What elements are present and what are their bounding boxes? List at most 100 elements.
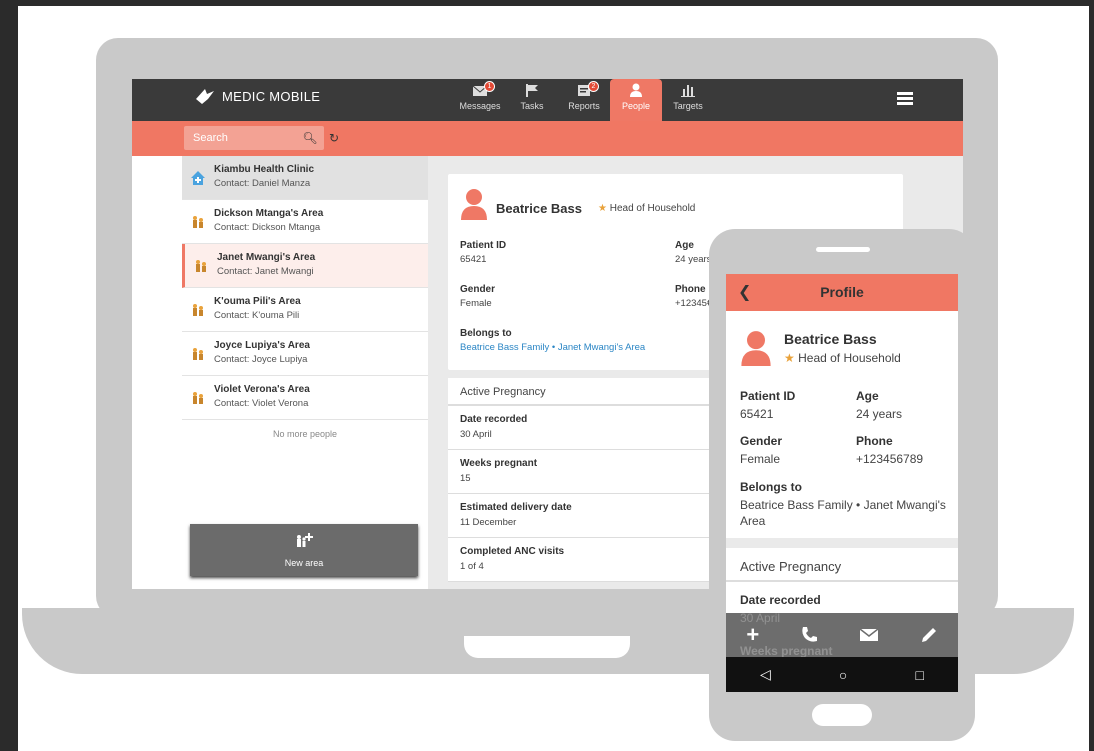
list-item-title: K'ouma Pili's Area — [214, 296, 301, 307]
hamburger-menu-icon[interactable] — [897, 92, 913, 106]
phone-value[interactable]: +123456789 — [856, 452, 923, 466]
edit-pencil-icon[interactable] — [920, 626, 938, 644]
date-recorded-label: Date recorded — [740, 593, 821, 607]
tab-label: People — [621, 101, 651, 111]
reset-icon[interactable]: ↻ — [322, 126, 346, 150]
patient-id-value: 65421 — [740, 407, 774, 421]
bar-chart-icon — [681, 85, 695, 97]
recents-square-icon[interactable]: □ — [915, 667, 923, 683]
logo-text: MEDIC MOBILE — [222, 88, 321, 104]
patient-id-label: Patient ID — [740, 389, 796, 403]
date-value-behind: 30 April — [740, 611, 781, 625]
patient-id-value: 65421 — [460, 254, 487, 265]
tab-tasks[interactable]: Tasks — [506, 79, 558, 121]
patient-name: Beatrice Bass — [496, 201, 582, 216]
belongs-to-label: Belongs to — [460, 328, 512, 339]
belongs-to-link-cont[interactable]: Area — [740, 514, 765, 528]
role-text: Head of Household — [609, 203, 696, 214]
list-item-title: Violet Verona's Area — [214, 384, 310, 395]
message-icon[interactable] — [859, 627, 879, 643]
pregnancy-title: Active Pregnancy — [740, 559, 842, 574]
belongs-to-link[interactable]: Beatrice Bass Family • Janet Mwangi's Ar… — [460, 342, 645, 353]
tab-targets[interactable]: Targets — [662, 79, 714, 121]
section-divider — [726, 538, 958, 548]
age-label: Age — [856, 389, 879, 403]
list-item[interactable]: Joyce Lupiya's Area Contact: Joyce Lupiy… — [182, 332, 428, 376]
tab-label: Messages — [459, 101, 501, 111]
list-item-contact: Contact: Violet Verona — [214, 398, 309, 409]
gender-value: Female — [460, 298, 492, 309]
list-item-contact: Contact: Janet Mwangi — [217, 266, 314, 277]
back-arrow-icon[interactable]: ❮ — [738, 274, 751, 311]
list-item[interactable]: Dickson Mtanga's Area Contact: Dickson M… — [182, 200, 428, 244]
phone-title: Profile — [820, 284, 864, 300]
list-item-contact: Contact: Daniel Manza — [214, 178, 311, 189]
family-icon — [196, 260, 206, 272]
tab-bar: 1 Messages Tasks 2 Reports People Target… — [454, 79, 714, 121]
weeks-label-behind: Weeks pregnant — [740, 644, 833, 658]
phone-speaker — [816, 247, 870, 252]
people-list: Kiambu Health Clinic Contact: Daniel Man… — [182, 156, 428, 589]
flag-icon — [526, 84, 538, 97]
tab-label: Tasks — [520, 101, 544, 111]
star-icon: ★ — [784, 351, 795, 365]
section-divider — [726, 580, 958, 582]
age-value: 24 years — [675, 254, 712, 265]
search-icon[interactable]: 🔍︎ — [298, 126, 322, 150]
phone-home-button — [812, 704, 872, 726]
family-icon — [193, 304, 203, 316]
avatar-icon — [461, 189, 487, 220]
reports-badge: 2 — [588, 81, 599, 92]
avatar-icon — [741, 331, 771, 366]
clinic-icon — [191, 171, 205, 185]
list-item-title: Dickson Mtanga's Area — [214, 208, 324, 219]
patient-id-label: Patient ID — [460, 240, 507, 251]
list-item-title: Joyce Lupiya's Area — [214, 340, 310, 351]
search-bar: Search 🔍︎ ↻ — [132, 121, 963, 156]
laptop-notch — [464, 636, 630, 658]
role-text: Head of Household — [798, 351, 901, 365]
age-label: Age — [675, 240, 694, 251]
gender-label: Gender — [460, 284, 496, 295]
list-item-title: Kiambu Health Clinic — [214, 164, 315, 175]
tab-messages[interactable]: 1 Messages — [454, 79, 506, 121]
add-family-icon — [297, 533, 313, 547]
phone-value[interactable]: +12345€ — [675, 298, 712, 309]
tab-label: Reports — [568, 101, 600, 111]
list-item-contact: Contact: Dickson Mtanga — [214, 222, 321, 233]
list-item-contact: Contact: K'ouma Pili — [214, 310, 300, 321]
android-nav-bar: ◁ ○ □ — [726, 657, 958, 692]
tab-reports[interactable]: 2 Reports — [558, 79, 610, 121]
head-of-household: ★ Head of Household — [598, 203, 695, 214]
list-item[interactable]: Kiambu Health Clinic Contact: Daniel Man… — [182, 156, 428, 200]
list-item[interactable]: K'ouma Pili's Area Contact: K'ouma Pili — [182, 288, 428, 332]
back-triangle-icon[interactable]: ◁ — [760, 666, 771, 683]
phone-screen: ❮ Profile Beatrice Bass ★ Head of Househ… — [726, 274, 958, 692]
age-value: 24 years — [856, 407, 903, 421]
phone-header: ❮ Profile — [726, 274, 958, 311]
top-navbar: MEDIC MOBILE 1 Messages Tasks 2 Reports … — [132, 79, 963, 121]
phone-label: Phone — [856, 434, 893, 448]
phone-label: Phone — [675, 284, 706, 295]
list-item[interactable]: Violet Verona's Area Contact: Violet Ver… — [182, 376, 428, 420]
home-circle-icon[interactable]: ○ — [839, 667, 847, 683]
star-icon: ★ — [598, 203, 607, 214]
bird-icon — [196, 89, 214, 104]
gender-label: Gender — [740, 434, 783, 448]
family-icon — [193, 348, 203, 360]
phone-call-icon[interactable] — [800, 626, 818, 644]
list-item-title: Janet Mwangi's Area — [217, 252, 316, 263]
head-of-household: ★ Head of Household — [784, 351, 901, 365]
medic-mobile-logo[interactable]: MEDIC MOBILE — [194, 85, 320, 107]
tab-label: Targets — [673, 101, 703, 111]
belongs-to-link[interactable]: Beatrice Bass Family • Janet Mwangi's — [740, 498, 946, 512]
family-icon — [193, 216, 203, 228]
new-area-button[interactable]: New area — [190, 524, 418, 576]
list-item[interactable]: Janet Mwangi's Area Contact: Janet Mwang… — [182, 244, 428, 288]
tab-people[interactable]: People — [610, 79, 662, 121]
family-icon — [193, 392, 203, 404]
belongs-to-label: Belongs to — [740, 480, 802, 494]
gender-value: Female — [740, 452, 781, 466]
patient-name: Beatrice Bass — [784, 331, 877, 347]
person-icon — [630, 83, 642, 97]
